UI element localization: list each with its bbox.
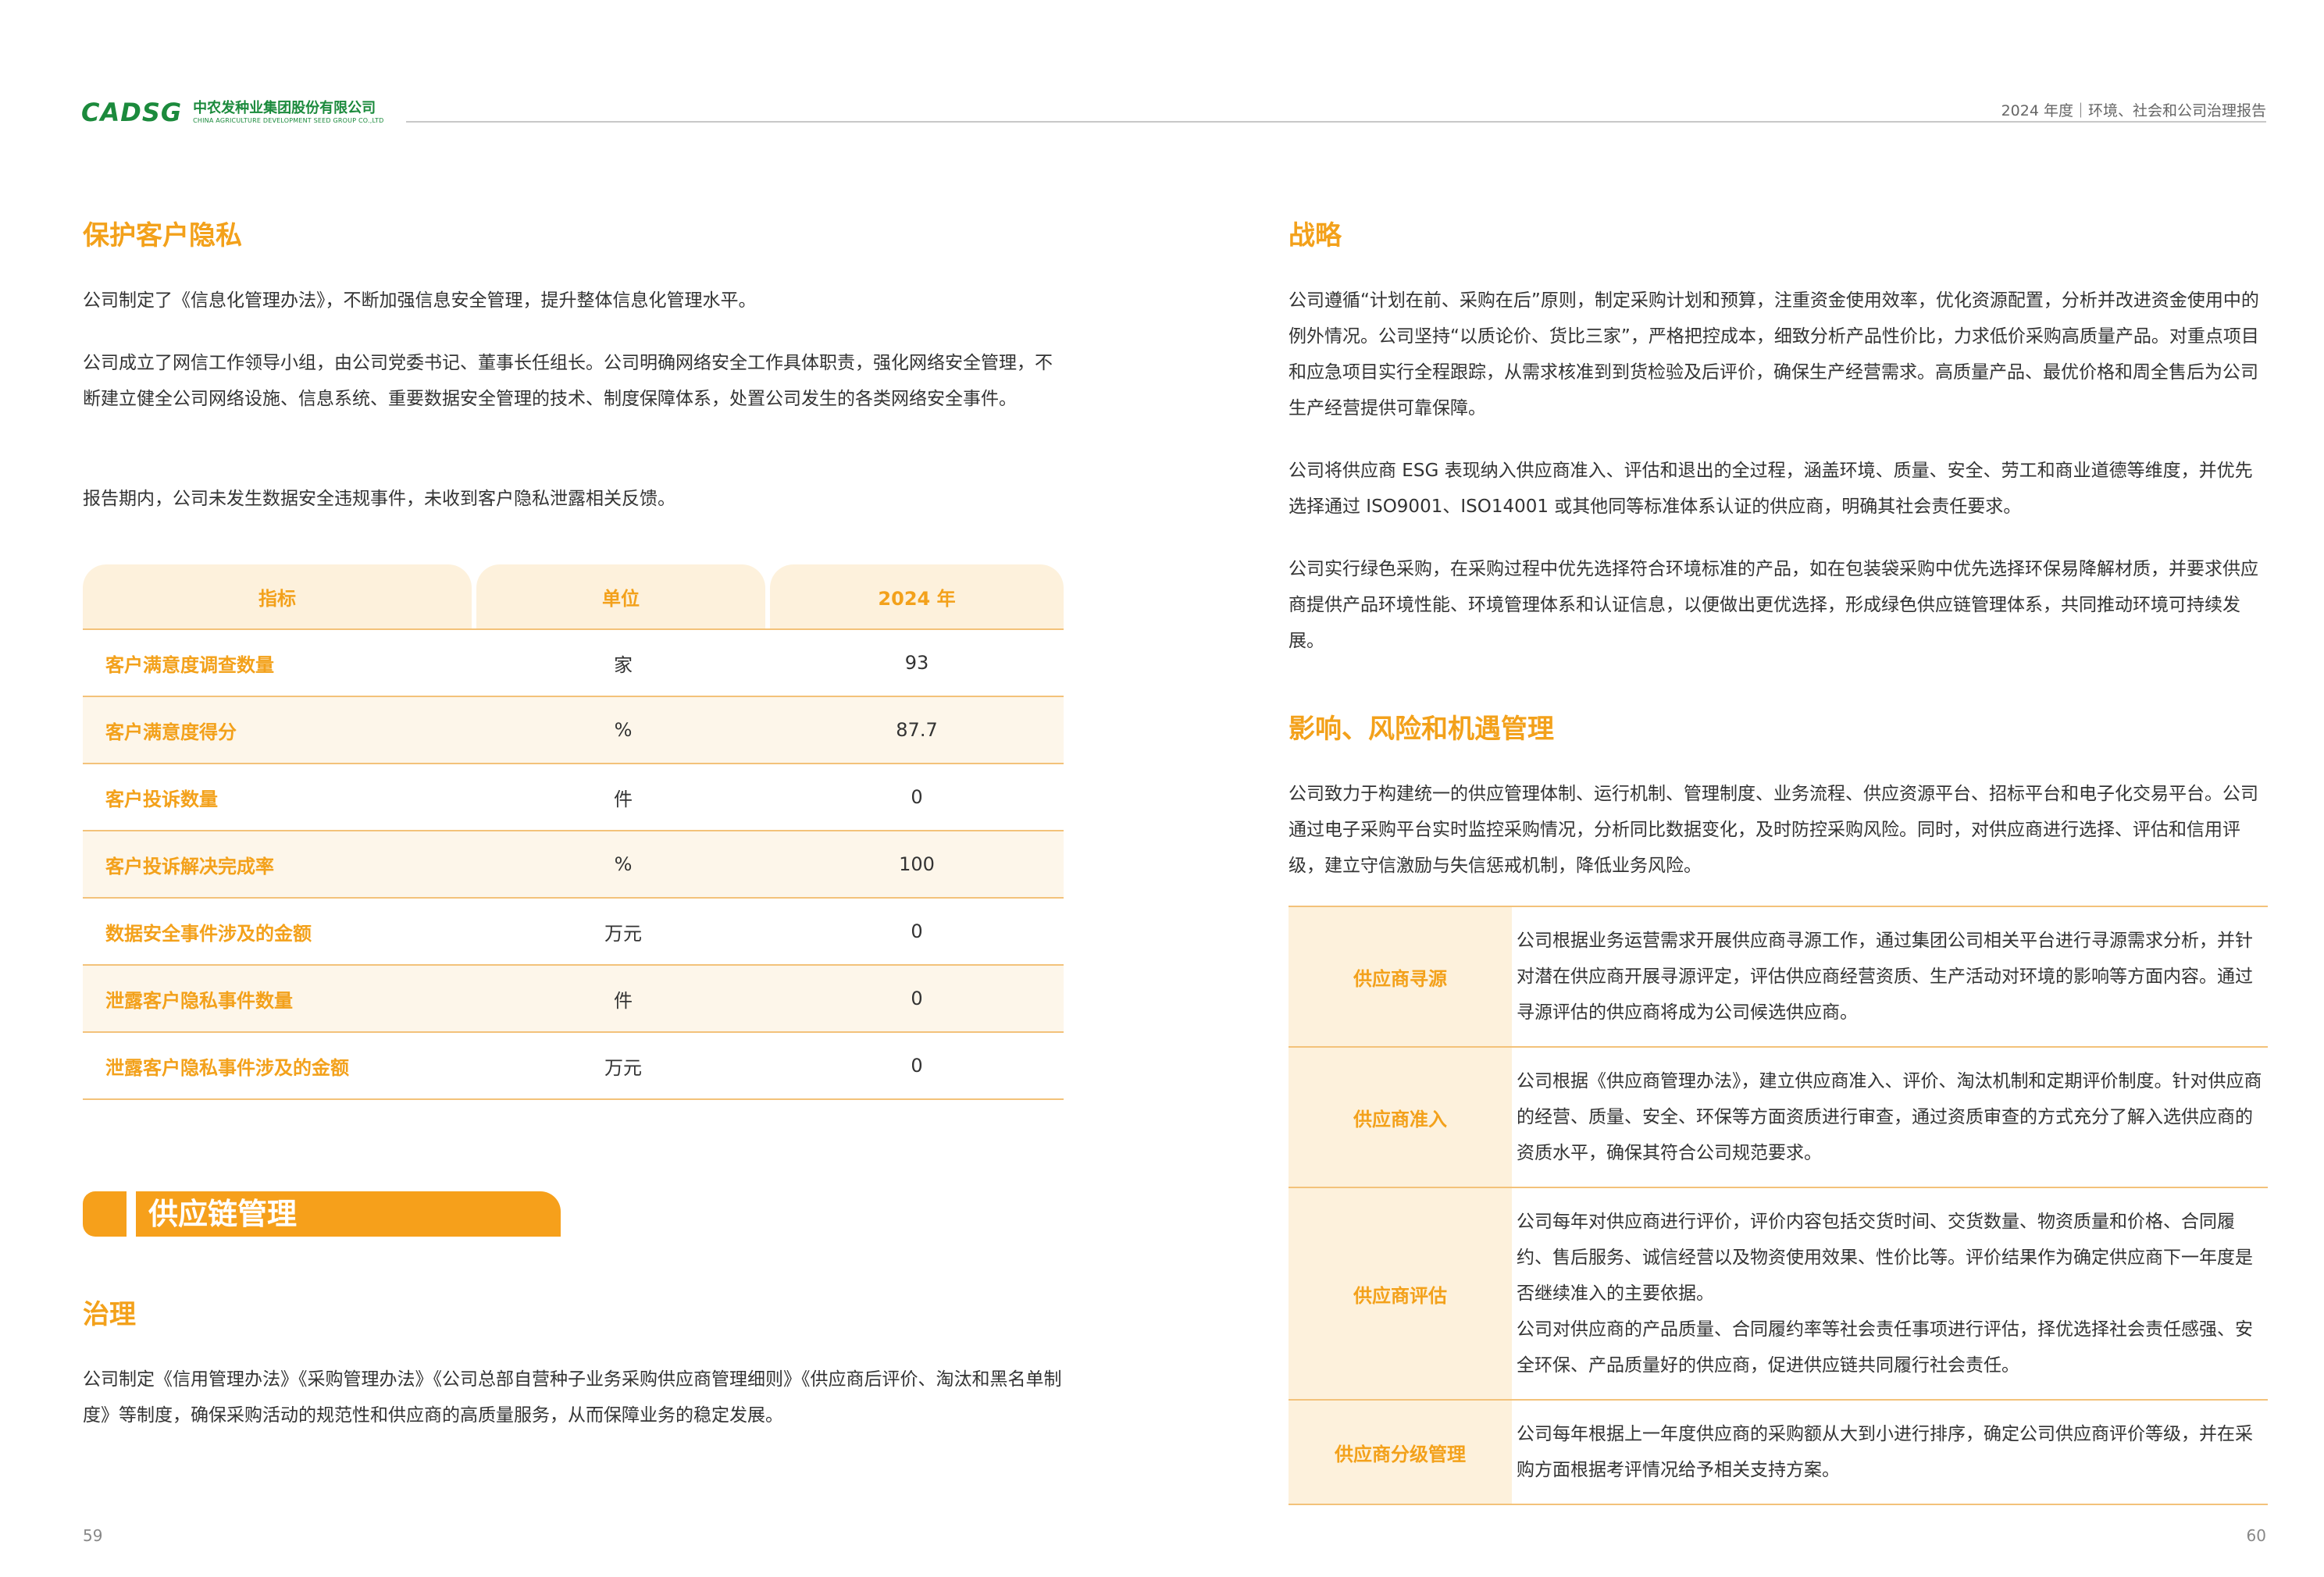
row-unit: 件 bbox=[614, 989, 633, 1012]
row-unit: % bbox=[614, 719, 633, 741]
row-unit: 家 bbox=[614, 653, 633, 676]
table-row: 客户满意度调查数量 家 93 bbox=[83, 628, 1064, 696]
row-label: 供应商准入 bbox=[1289, 1048, 1512, 1187]
row-value: 0 bbox=[911, 1055, 923, 1077]
table-row: 泄露客户隐私事件数量 件 0 bbox=[83, 964, 1064, 1031]
row-value: 100 bbox=[899, 853, 935, 875]
table-header: 指标 单位 2024 年 bbox=[83, 564, 1064, 628]
impact-heading: 影响、风险和机遇管理 bbox=[1289, 714, 1554, 745]
table-row: 客户投诉数量 件 0 bbox=[83, 763, 1064, 830]
row-value: 87.7 bbox=[896, 719, 938, 741]
company-logo: CADSG 中农发种业集团股份有限公司 CHINA AGRICULTURE DE… bbox=[81, 97, 383, 128]
row-indicator: 数据安全事件涉及的金额 bbox=[105, 922, 312, 945]
row-unit: 万元 bbox=[604, 922, 642, 945]
logo-text: 中农发种业集团股份有限公司 CHINA AGRICULTURE DEVELOPM… bbox=[193, 100, 383, 125]
row-text: 公司每年对供应商进行评价，评价内容包括交货时间、交货数量、物资质量和价格、合同履… bbox=[1517, 1212, 2253, 1304]
table-row: 供应商寻源 公司根据业务运营需求开展供应商寻源工作，通过集团公司相关平台进行寻源… bbox=[1289, 906, 2268, 1046]
privacy-paragraph-3: 报告期内，公司未发生数据安全违规事件，未收到客户隐私泄露相关反馈。 bbox=[83, 489, 675, 509]
row-text: 公司根据《供应商管理办法》，建立供应商准入、评价、淘汰机制和定期评价制度。针对供… bbox=[1517, 1071, 2262, 1163]
governance-heading: 治理 bbox=[83, 1299, 136, 1330]
strategy-paragraph-3: 公司实行绿色采购，在采购过程中优先选择符合环境标准的产品，如在包装袋采购中优先选… bbox=[1289, 559, 2258, 651]
header-unit: 单位 bbox=[476, 564, 765, 628]
row-content: 公司每年根据上一年度供应商的采购额从大到小进行排序，确定公司供应商评价等级，并在… bbox=[1512, 1401, 2268, 1504]
row-indicator: 客户满意度得分 bbox=[105, 721, 237, 743]
row-label: 供应商寻源 bbox=[1289, 907, 1512, 1046]
table-row: 供应商准入 公司根据《供应商管理办法》，建立供应商准入、评价、淘汰机制和定期评价… bbox=[1289, 1046, 2268, 1187]
row-label: 供应商分级管理 bbox=[1289, 1401, 1512, 1504]
company-name-cn: 中农发种业集团股份有限公司 bbox=[193, 100, 376, 116]
row-text: 公司每年根据上一年度供应商的采购额从大到小进行排序，确定公司供应商评价等级，并在… bbox=[1517, 1424, 2253, 1480]
table-row: 客户满意度得分 % 87.7 bbox=[83, 696, 1064, 763]
row-unit: % bbox=[614, 853, 633, 875]
privacy-paragraph-2: 公司成立了网信工作领导小组，由公司党委书记、董事长任组长。公司明确网络安全工作具… bbox=[83, 353, 1053, 409]
row-content: 公司根据《供应商管理办法》，建立供应商准入、评价、淘汰机制和定期评价制度。针对供… bbox=[1512, 1048, 2268, 1187]
governance-paragraph: 公司制定《信用管理办法》《采购管理办法》《公司总部自营种子业务采购供应商管理细则… bbox=[83, 1369, 1062, 1426]
report-title: 2024 年度｜环境、社会和公司治理报告 bbox=[2001, 102, 2266, 119]
privacy-heading: 保护客户隐私 bbox=[83, 220, 242, 251]
row-indicator: 泄露客户隐私事件数量 bbox=[105, 989, 293, 1012]
logo-mark: CADSG bbox=[81, 98, 183, 127]
row-label: 供应商评估 bbox=[1289, 1188, 1512, 1399]
table-row: 客户投诉解决完成率 % 100 bbox=[83, 830, 1064, 897]
row-text: 公司根据业务运营需求开展供应商寻源工作，通过集团公司相关平台进行寻源需求分析，并… bbox=[1517, 931, 2253, 1023]
table-row: 供应商分级管理 公司每年根据上一年度供应商的采购额从大到小进行排序，确定公司供应… bbox=[1289, 1399, 2268, 1505]
strategy-paragraph-2: 公司将供应商 ESG 表现纳入供应商准入、评估和退出的全过程，涵盖环境、质量、安… bbox=[1289, 461, 2253, 517]
row-value: 0 bbox=[911, 786, 923, 808]
row-indicator: 客户投诉数量 bbox=[105, 788, 218, 810]
section-banner-tab bbox=[83, 1191, 127, 1237]
section-banner-title: 供应链管理 bbox=[148, 1197, 298, 1231]
page-number-right: 60 bbox=[2246, 1526, 2266, 1545]
header-divider bbox=[406, 121, 2266, 123]
customer-privacy-table: 指标 单位 2024 年 客户满意度调查数量 家 93 客户满意度得分 % 87… bbox=[83, 564, 1064, 1100]
row-value: 0 bbox=[911, 988, 923, 1009]
row-text: 公司对供应商的产品质量、合同履约率等社会责任事项进行评估，择优选择社会责任感强、… bbox=[1517, 1319, 2253, 1376]
row-unit: 件 bbox=[614, 788, 633, 810]
supplier-management-table: 供应商寻源 公司根据业务运营需求开展供应商寻源工作，通过集团公司相关平台进行寻源… bbox=[1289, 906, 2268, 1505]
table-row: 泄露客户隐私事件涉及的金额 万元 0 bbox=[83, 1031, 1064, 1100]
strategy-heading: 战略 bbox=[1289, 220, 1342, 251]
header-year: 2024 年 bbox=[770, 564, 1064, 628]
table-row: 供应商评估 公司每年对供应商进行评价，评价内容包括交货时间、交货数量、物资质量和… bbox=[1289, 1187, 2268, 1399]
table-row: 数据安全事件涉及的金额 万元 0 bbox=[83, 897, 1064, 964]
row-value: 0 bbox=[911, 920, 923, 942]
row-content: 公司每年对供应商进行评价，评价内容包括交货时间、交货数量、物资质量和价格、合同履… bbox=[1512, 1188, 2268, 1399]
impact-paragraph: 公司致力于构建统一的供应管理体制、运行机制、管理制度、业务流程、供应资源平台、招… bbox=[1289, 784, 2258, 876]
strategy-paragraph-1: 公司遵循“计划在前、采购在后”原则，制定采购计划和预算，注重资金使用效率，优化资… bbox=[1289, 290, 2259, 418]
row-indicator: 客户投诉解决完成率 bbox=[105, 855, 274, 877]
privacy-paragraph-1: 公司制定了《信息化管理办法》，不断加强信息安全管理，提升整体信息化管理水平。 bbox=[83, 290, 757, 311]
row-indicator: 客户满意度调查数量 bbox=[105, 653, 274, 676]
header-indicator: 指标 bbox=[83, 564, 472, 628]
row-value: 93 bbox=[904, 652, 929, 674]
row-indicator: 泄露客户隐私事件涉及的金额 bbox=[105, 1056, 349, 1079]
row-unit: 万元 bbox=[604, 1056, 642, 1079]
company-name-en: CHINA AGRICULTURE DEVELOPMENT SEED GROUP… bbox=[193, 117, 384, 124]
page-number-left: 59 bbox=[83, 1526, 103, 1545]
row-content: 公司根据业务运营需求开展供应商寻源工作，通过集团公司相关平台进行寻源需求分析，并… bbox=[1512, 907, 2268, 1046]
